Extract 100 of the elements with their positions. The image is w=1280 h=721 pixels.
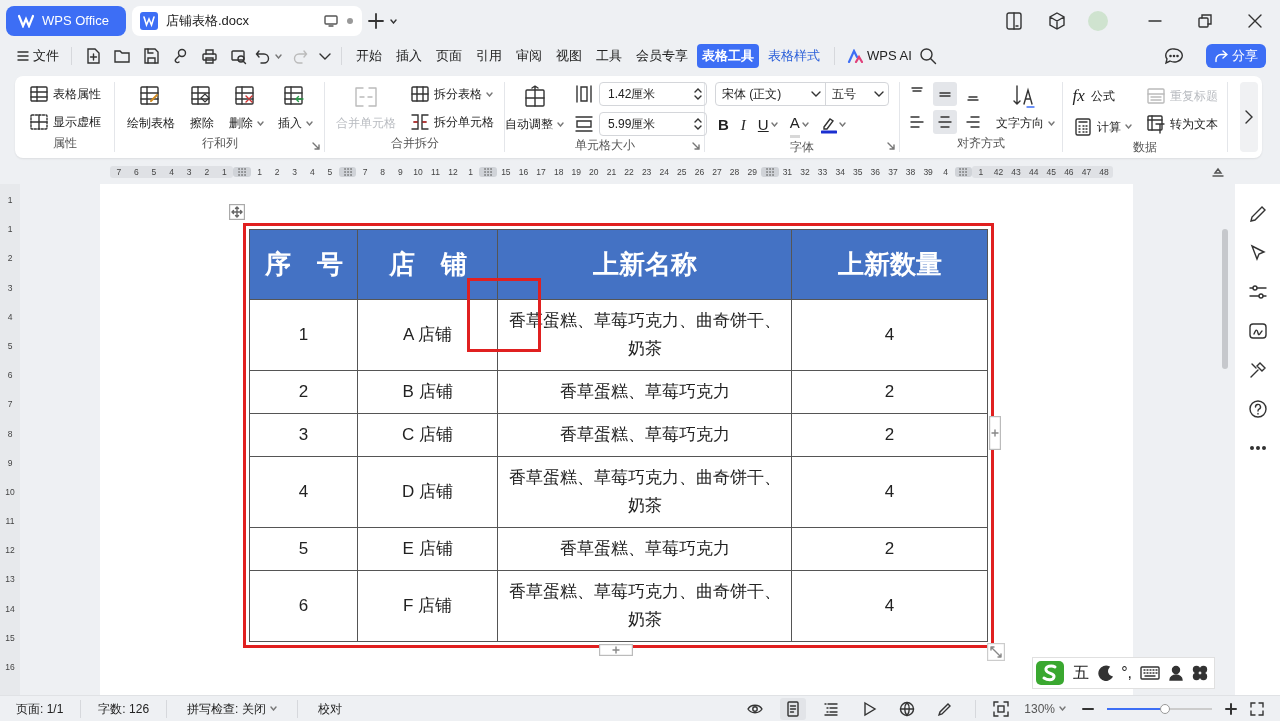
split-table-icon xyxy=(409,84,430,104)
menu-tab[interactable]: 插入 xyxy=(391,44,427,68)
ruler-number: 23 xyxy=(640,165,653,179)
restore-icon[interactable] xyxy=(1198,14,1212,28)
proofread-button[interactable]: 校对 xyxy=(314,698,345,719)
ai-logo-icon xyxy=(847,49,863,63)
sign-icon[interactable] xyxy=(1247,321,1268,341)
dialog-launcher-icon[interactable] xyxy=(692,142,700,150)
ribbon-button[interactable]: 表格属性 xyxy=(25,83,104,105)
column-marker-icon[interactable] xyxy=(483,167,494,177)
ruler-number: 5 xyxy=(6,339,14,353)
spin-field[interactable]: 1.42厘米 xyxy=(599,82,707,106)
tablet-icon[interactable] xyxy=(1006,12,1022,30)
caret-icon xyxy=(275,53,282,59)
chat-icon[interactable] xyxy=(1164,47,1184,65)
app-button[interactable]: WPS Office xyxy=(6,6,126,36)
grid-icon[interactable] xyxy=(1192,665,1208,681)
save-icon[interactable] xyxy=(143,47,160,65)
menu-tab[interactable]: 引用 xyxy=(471,44,507,68)
share-icon xyxy=(1214,49,1228,63)
menu-tab[interactable]: 表格工具 xyxy=(697,44,759,68)
sliders-icon[interactable] xyxy=(1247,282,1268,302)
user-icon[interactable] xyxy=(1168,665,1184,681)
ruler-number: 19 xyxy=(570,165,582,179)
dialog-launcher-icon[interactable] xyxy=(312,142,320,150)
table-cell: 香草蛋糕、草莓巧克力、曲奇饼干、奶茶 xyxy=(497,456,792,528)
print-preview-icon[interactable] xyxy=(230,47,247,65)
ruler-number: 13 xyxy=(4,573,16,587)
folder-icon[interactable] xyxy=(114,47,131,65)
document-tab[interactable]: 店铺表格.docx xyxy=(132,6,362,36)
menu-tab[interactable]: 表格样式 xyxy=(763,44,825,68)
logo-icon xyxy=(18,14,34,28)
pen-icon[interactable] xyxy=(1247,204,1268,224)
input-mode[interactable]: 五 xyxy=(1073,661,1090,685)
scrollbar-thumb[interactable] xyxy=(1222,229,1228,369)
ribbon-button[interactable]: 拆分单元格 xyxy=(406,111,497,133)
search-icon[interactable] xyxy=(918,47,937,65)
ribbon-button[interactable]: 自动调整 xyxy=(502,83,567,135)
italic-button[interactable]: I xyxy=(737,113,749,136)
zoom-level[interactable]: 130% xyxy=(1021,698,1069,719)
share-button[interactable]: 分享 xyxy=(1206,44,1266,68)
menu-tab[interactable]: 页面 xyxy=(431,44,467,68)
print-icon[interactable] xyxy=(201,47,218,65)
table-cell: 2 xyxy=(249,370,358,414)
move-handle-icon[interactable] xyxy=(229,204,245,220)
ribbon-button[interactable]: 删除 xyxy=(225,82,267,134)
help-icon[interactable] xyxy=(1247,399,1268,419)
keyboard-icon[interactable] xyxy=(1140,666,1160,680)
ribbon-button[interactable]: fx 公式 xyxy=(1069,82,1135,110)
column-marker-icon[interactable] xyxy=(764,167,775,177)
cube-icon[interactable] xyxy=(1048,12,1066,30)
wps-ai-button[interactable]: WPS AI xyxy=(844,45,915,67)
font-color-button[interactable]: A xyxy=(786,112,812,138)
add-tab-icon[interactable] xyxy=(368,13,384,29)
input-method-toolbar[interactable]: 五 °, xyxy=(1032,657,1215,689)
new-document-icon[interactable] xyxy=(85,47,102,65)
menu-tab[interactable]: 审阅 xyxy=(511,44,547,68)
spin-field[interactable]: 5.99厘米 xyxy=(599,112,707,136)
close-icon[interactable] xyxy=(1248,14,1262,28)
ruler-toggle-icon[interactable] xyxy=(1212,167,1224,177)
menu-tab[interactable]: 会员专享 xyxy=(631,44,693,68)
resize-handle-icon[interactable] xyxy=(987,643,1005,661)
dialog-launcher-icon[interactable] xyxy=(887,142,895,150)
moon-icon[interactable] xyxy=(1097,665,1114,681)
ribbon-button[interactable]: 绘制表格 xyxy=(123,82,178,134)
focus-icon[interactable] xyxy=(993,700,1010,717)
column-marker-icon[interactable] xyxy=(342,167,353,177)
ribbon-button[interactable]: 擦除 xyxy=(185,82,218,134)
underline-button[interactable]: U xyxy=(754,113,781,136)
table-cell: 4 xyxy=(249,456,358,528)
ribbon-button[interactable]: 显示虚框 xyxy=(25,111,104,133)
fullscreen-icon[interactable] xyxy=(1250,701,1264,716)
column-marker-icon[interactable] xyxy=(236,167,247,177)
menu-tab[interactable]: 工具 xyxy=(591,44,627,68)
spell-check-toggle[interactable]: 拼写检查: 关闭 xyxy=(184,698,280,719)
menu-tab[interactable]: 开始 xyxy=(351,44,387,68)
ime-logo-icon xyxy=(1035,660,1066,686)
ribbon-button[interactable]: 拆分表格 xyxy=(406,83,497,105)
monitor-icon xyxy=(324,15,338,27)
view-button[interactable] xyxy=(780,697,807,720)
zoom-slider-thumb[interactable] xyxy=(1159,703,1170,714)
ribbon-button[interactable]: 插入 xyxy=(274,82,316,134)
align-button[interactable] xyxy=(932,110,957,134)
file-menu[interactable]: 文件 xyxy=(14,45,62,67)
ruler-number: 46 xyxy=(1063,165,1075,179)
menu-tab[interactable]: 视图 xyxy=(551,44,587,68)
ruler-number: 3 xyxy=(6,281,14,295)
align-button[interactable] xyxy=(932,82,957,106)
ribbon-button[interactable]: 计算 xyxy=(1069,115,1135,138)
bold-button[interactable]: B xyxy=(715,113,732,136)
undo-icon[interactable] xyxy=(255,48,271,64)
zoom-in-icon[interactable] xyxy=(1224,701,1238,716)
ribbon-button[interactable]: 文字方向 xyxy=(992,82,1058,134)
punctuation-mode[interactable]: °, xyxy=(1121,661,1132,685)
column-marker-icon[interactable] xyxy=(958,167,969,177)
ribbon-button[interactable]: 转为文本 xyxy=(1142,112,1221,135)
table-cell: 4 xyxy=(791,570,988,642)
ruler-number: 10 xyxy=(4,485,16,499)
ruler-number: 4 xyxy=(6,310,14,324)
document-icon xyxy=(140,12,158,30)
